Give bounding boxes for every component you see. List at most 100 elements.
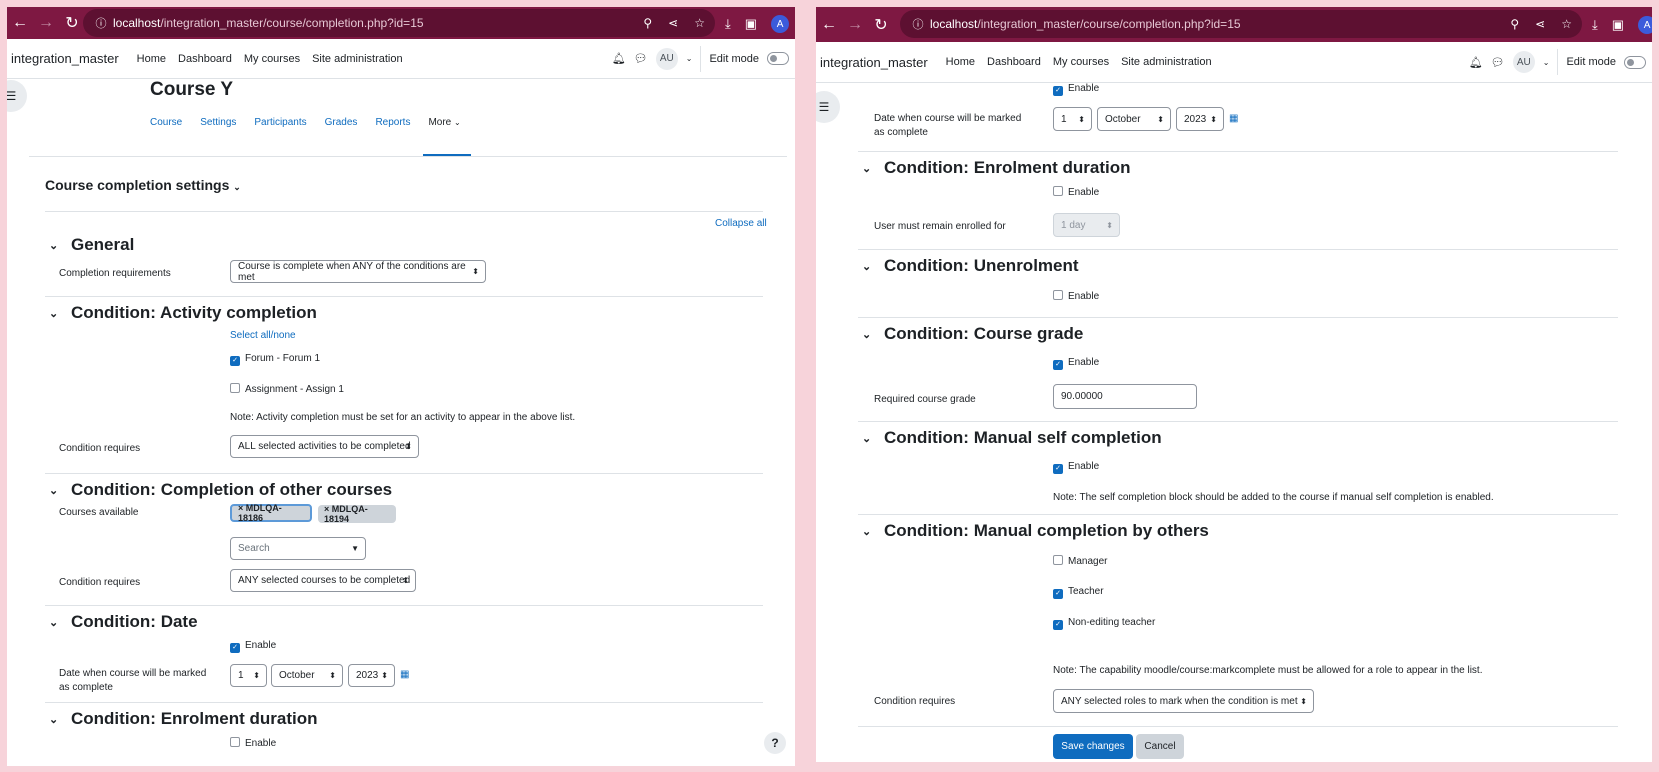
page-heading[interactable]: Course completion settings ⌄ [45,177,241,193]
checkbox-unchecked[interactable] [1053,290,1063,300]
messages-icon[interactable]: 💬︎ [1491,56,1505,69]
roles-condition-requires-select[interactable]: ANY selected roles to mark when the cond… [1053,689,1314,713]
checkbox-unchecked[interactable] [1053,186,1063,196]
date-month-select[interactable]: October ⬍ [271,664,343,687]
bookmark-star-icon[interactable]: ☆ [694,16,705,30]
site-info-icon[interactable]: ⓘ [89,15,113,31]
share-icon[interactable]: ⋖ [668,16,678,30]
course-index-drawer-icon[interactable]: ☰ [7,80,27,112]
calendar-icon[interactable]: ▦ [400,669,409,680]
date-year-select[interactable]: 2023 ⬍ [1176,107,1224,131]
section-enrolment-duration-header[interactable]: ⌄ Condition: Enrolment duration [49,709,317,729]
nav-home[interactable]: Home [946,56,975,68]
zoom-icon[interactable]: ⚲ [1510,17,1519,31]
course-index-drawer-icon[interactable]: ☰ [816,91,840,123]
save-changes-button[interactable]: Save changes [1053,734,1133,759]
help-button[interactable]: ? [764,732,786,754]
section-date-header[interactable]: ⌄ Condition: Date [49,612,198,632]
back-icon[interactable]: ← [816,16,842,34]
section-enrolment-duration-header[interactable]: ⌄ Condition: Enrolment duration [862,158,1130,178]
site-name[interactable]: integration_master [11,51,119,66]
nav-home[interactable]: Home [137,53,166,65]
nav-dashboard[interactable]: Dashboard [987,56,1041,68]
user-avatar[interactable]: AU [1512,51,1535,73]
activity-checkbox-assignment[interactable]: Assignment - Assign 1 [230,383,344,395]
site-info-icon[interactable]: ⓘ [906,16,930,32]
date-month-select[interactable]: October ⬍ [1097,107,1171,131]
tab-participants[interactable]: Participants [254,117,306,128]
profile-avatar[interactable]: A [771,15,790,33]
checkbox-checked[interactable]: ✓ [230,643,240,653]
checkbox-checked[interactable]: ✓ [1053,86,1063,96]
zoom-icon[interactable]: ⚲ [643,16,652,30]
remain-enrolled-select[interactable]: 1 day ⬍ [1053,213,1120,237]
section-other-courses-header[interactable]: ⌄ Condition: Completion of other courses [49,480,392,500]
self-completion-enable-checkbox[interactable]: ✓ Enable [1053,461,1099,474]
user-avatar[interactable]: AU [655,47,678,70]
enrolment-enable-checkbox[interactable]: Enable [230,737,276,749]
date-day-select[interactable]: 1 ⬍ [230,664,267,687]
profile-avatar[interactable]: A [1638,16,1652,34]
checkbox-checked[interactable]: ✓ [1053,589,1063,599]
nav-my-courses[interactable]: My courses [1053,56,1109,68]
section-manual-completion-by-others-header[interactable]: ⌄ Condition: Manual completion by others [862,521,1209,541]
courses-condition-requires-select[interactable]: ANY selected courses to be completed ⬍ [230,569,416,592]
grade-enable-checkbox[interactable]: ✓ Enable [1053,357,1099,370]
section-unenrolment-header[interactable]: ⌄ Condition: Unenrolment [862,256,1079,276]
bookmark-star-icon[interactable]: ☆ [1561,17,1572,31]
checkbox-checked[interactable]: ✓ [1053,464,1063,474]
address-bar[interactable]: ⓘ localhost/integration_master/course/co… [900,10,1582,38]
site-name[interactable]: integration_master [820,55,928,70]
activity-checkbox-forum[interactable]: ✓ Forum - Forum 1 [230,353,320,366]
download-icon[interactable]: ⤓ [725,16,731,32]
date-day-select[interactable]: 1 ⬍ [1053,107,1092,131]
checkbox-checked[interactable]: ✓ [1053,620,1063,630]
back-icon[interactable]: ← [7,14,33,32]
selected-course-tag[interactable]: × MDLQA-18186 [230,503,312,523]
forward-icon[interactable]: → [33,14,59,32]
checkbox-unchecked[interactable] [230,383,240,393]
completion-requirements-select[interactable]: Course is complete when ANY of the condi… [230,260,486,283]
notification-bell-icon[interactable]: 🔔︎ [1469,56,1483,69]
messages-icon[interactable]: 💬︎ [634,52,648,65]
forward-icon[interactable]: → [842,16,868,34]
share-icon[interactable]: ⋖ [1535,17,1545,31]
reload-icon[interactable]: ↻ [59,13,85,33]
reload-icon[interactable]: ↻ [868,15,894,35]
side-panel-icon[interactable]: ▣ [1612,17,1624,33]
courses-search-input[interactable]: Search ▼ [230,537,366,560]
nav-site-administration[interactable]: Site administration [312,53,403,65]
nav-my-courses[interactable]: My courses [244,53,300,65]
activity-condition-requires-select[interactable]: ALL selected activities to be completed ⬍ [230,435,419,458]
checkbox-unchecked[interactable] [230,737,240,747]
nav-site-administration[interactable]: Site administration [1121,56,1212,68]
selected-course-tag[interactable]: × MDLQA-18194 [318,504,396,524]
notification-bell-icon[interactable]: 🔔︎ [612,52,626,65]
tab-grades[interactable]: Grades [325,117,358,128]
tab-more[interactable]: More ⌄ [428,117,460,128]
calendar-icon[interactable]: ▦ [1229,113,1238,124]
address-bar[interactable]: ⓘ localhost/integration_master/course/co… [83,9,715,37]
checkbox-checked[interactable]: ✓ [230,356,240,366]
side-panel-icon[interactable]: ▣ [745,16,757,32]
role-checkbox-non-editing-teacher[interactable]: ✓ Non-editing teacher [1053,617,1155,630]
unenrolment-enable-checkbox[interactable]: Enable [1053,290,1099,302]
section-course-grade-header[interactable]: ⌄ Condition: Course grade [862,324,1083,344]
tab-reports[interactable]: Reports [375,117,410,128]
required-grade-input[interactable]: 90.00000 [1053,384,1197,409]
date-year-select[interactable]: 2023 ⬍ [348,664,395,687]
select-all-none-link[interactable]: Select all/none [230,330,296,341]
user-menu-chevron-icon[interactable]: ⌄ [1543,58,1550,67]
cancel-button[interactable]: Cancel [1136,734,1184,759]
tab-course[interactable]: Course [150,117,182,128]
enrolment-enable-checkbox[interactable]: Enable [1053,186,1099,198]
edit-mode-toggle[interactable] [1624,55,1646,69]
date-enable-checkbox[interactable]: ✓ Enable [230,640,276,653]
section-activity-completion-header[interactable]: ⌄ Condition: Activity completion [49,303,317,323]
user-menu-chevron-icon[interactable]: ⌄ [686,54,693,63]
edit-mode-toggle[interactable] [767,52,789,65]
date-enable-checkbox[interactable]: ✓ Enable [1053,83,1099,96]
tab-settings[interactable]: Settings [200,117,236,128]
checkbox-unchecked[interactable] [1053,555,1063,565]
checkbox-checked[interactable]: ✓ [1053,360,1063,370]
